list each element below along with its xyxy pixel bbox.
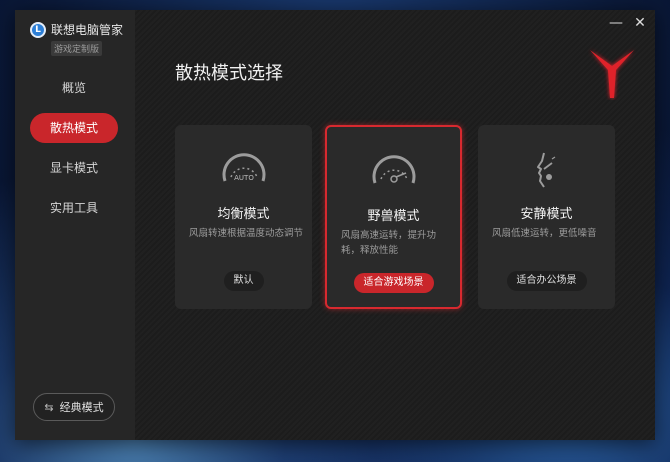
minimize-button[interactable]: — [607,14,625,32]
mode-card-beast[interactable]: 野兽模式 风扇高速运转，提升功耗，释放性能 适合游戏场景 [325,125,462,309]
mode-name: 野兽模式 [367,209,420,224]
classic-mode-button[interactable]: ⇆ 经典模式 [33,393,115,421]
mode-description: 风扇高速运转，提升功耗，释放性能 [341,230,437,256]
edition-badge: 游戏定制版 [51,41,103,56]
classic-mode-label: 经典模式 [59,401,104,414]
gauge-auto-icon: AUTO [222,153,265,182]
mode-tag-gaming: 适合游戏场景 [353,273,434,293]
sidebar-item-gpu-mode[interactable]: 显卡模式 [30,153,118,183]
mode-tag-office: 适合办公场景 [506,271,587,291]
mode-name: 安静模式 [520,207,573,222]
brand: L 联想电脑管家 [30,21,123,38]
close-button[interactable]: ✕ [631,14,649,32]
mode-tag-default: 默认 [223,271,264,291]
main-panel: — ✕ 散热模式选择 AUTO 均衡模式 风扇转速根据温度动态调节 默认 野兽模… [135,10,655,440]
mode-card-quiet[interactable]: 安静模式 风扇低速运转，更低噪音 适合办公场景 [478,125,615,309]
sidebar: L 联想电脑管家 游戏定制版 概览 散热模式 显卡模式 实用工具 ⇆ 经典模式 [15,10,135,440]
quiet-face-icon [536,152,555,188]
app-window: L 联想电脑管家 游戏定制版 概览 散热模式 显卡模式 实用工具 ⇆ 经典模式 … [15,10,655,440]
gauge-max-icon [372,155,415,184]
sidebar-item-tools[interactable]: 实用工具 [30,193,118,223]
swap-arrows-icon: ⇆ [44,400,54,414]
sidebar-item-overview[interactable]: 概览 [30,73,118,103]
mode-description: 风扇低速运转，更低噪音 [492,228,597,239]
app-name: 联想电脑管家 [51,23,124,37]
page-title: 散热模式选择 [175,63,283,84]
mode-card-balanced[interactable]: AUTO 均衡模式 风扇转速根据温度动态调节 默认 [175,125,312,309]
mode-description: 风扇转速根据温度动态调节 [189,228,304,239]
app-logo: L [30,21,46,38]
sidebar-item-thermal-mode[interactable]: 散热模式 [30,113,118,143]
gauge-auto-text: AUTO [234,174,254,182]
legion-y-logo [590,50,634,98]
mode-name: 均衡模式 [217,207,270,222]
